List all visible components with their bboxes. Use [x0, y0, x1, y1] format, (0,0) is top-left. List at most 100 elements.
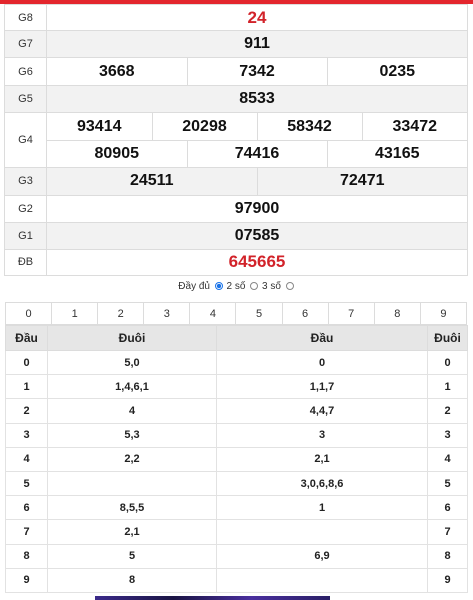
head-digit: 7	[5, 519, 48, 545]
prize-label: G7	[4, 30, 47, 58]
tail-list: 5,3	[47, 422, 217, 448]
head-list: 3,0,6,8,6	[216, 470, 428, 497]
prize-row-g8: G8 24	[4, 4, 468, 31]
prize-row-g3: G3 24511 72471	[4, 166, 468, 196]
head-digit: 1	[5, 374, 48, 400]
tail-digit: 5	[427, 470, 468, 497]
radio-full[interactable]	[285, 281, 294, 290]
prize-number: 0235	[326, 58, 467, 85]
prize-number: 3668	[98, 62, 135, 80]
prize-label: G4	[4, 112, 47, 168]
prize-row-special: ĐB 645665	[4, 248, 468, 276]
prize-label: ĐB	[4, 248, 47, 276]
stats-row: 4 2,2 2,1 4	[5, 446, 468, 472]
stats-row: 0 5,0 0 0	[5, 349, 468, 376]
tail-list: 8	[47, 567, 217, 593]
digit-button-0[interactable]: 0	[6, 303, 51, 324]
tail-list: 1,4,6,1	[47, 374, 217, 400]
head-digit: 9	[5, 567, 48, 593]
prize-number: 58342	[256, 113, 362, 140]
header-head: Đầu	[5, 325, 48, 351]
digit-button-7[interactable]: 7	[327, 303, 374, 324]
header-tail-list: Đuôi	[47, 325, 217, 351]
digit-button-3[interactable]: 3	[143, 303, 189, 324]
prize-label: G3	[4, 166, 47, 196]
digit-button-9[interactable]: 9	[419, 303, 466, 324]
prize-number: 74416	[186, 140, 327, 167]
digit-button-1[interactable]: 1	[51, 303, 97, 324]
stats-row: 5 3,0,6,8,6 5	[5, 470, 468, 497]
head-digit: 4	[5, 446, 48, 472]
tail-list: 2,2	[47, 446, 217, 472]
tail-digit: 3	[427, 422, 468, 448]
prize-row-g6: G6 3668 7342 0235	[4, 57, 468, 86]
stats-row: 7 2,1 7	[5, 519, 468, 545]
head-list: 4,4,7	[216, 398, 428, 424]
stats-header-row: Đầu Đuôi Đầu Đuôi	[5, 325, 468, 351]
display-options: Đầy đủ 2 số 3 số	[0, 281, 473, 295]
prize-label: G2	[4, 194, 47, 223]
prize-label: G8	[4, 4, 47, 31]
radio-two-digits[interactable]	[214, 281, 223, 290]
prize-label: G1	[4, 221, 47, 250]
stats-row: 2 4 4,4,7 2	[5, 398, 468, 424]
head-list: 3	[216, 422, 428, 448]
tail-list: 5,0	[47, 349, 217, 376]
head-digit: 8	[5, 543, 48, 569]
prize-label: G5	[4, 85, 47, 113]
digit-button-4[interactable]: 4	[189, 303, 235, 324]
prize-number: 24	[46, 4, 468, 31]
prize-label: G6	[4, 57, 47, 86]
stats-row: 3 5,3 3 3	[5, 422, 468, 448]
head-list: 1	[216, 495, 428, 521]
tail-digit: 9	[427, 567, 468, 593]
prize-number: 72471	[256, 167, 467, 195]
tail-digit: 4	[427, 446, 468, 472]
prize-number: 20298	[151, 113, 257, 140]
stats-row: 989	[5, 567, 468, 593]
prize-number: 911	[46, 30, 468, 58]
prize-row-g1: G1 07585	[4, 221, 468, 250]
tail-list: 8,5,5	[47, 495, 217, 521]
prize-number: 93414	[77, 117, 122, 135]
tail-digit: 0	[427, 349, 468, 376]
head-digit: 6	[5, 495, 48, 521]
prize-row-g2: G2 97900	[4, 194, 468, 223]
stats-row: 1 1,4,6,1 1,1,7 1	[5, 374, 468, 400]
head-digit: 0	[5, 349, 48, 376]
prize-number: 07585	[46, 221, 468, 250]
tail-list	[47, 470, 217, 497]
prize-number: 80905	[94, 144, 140, 162]
head-list: 1,1,7	[216, 374, 428, 400]
prize-row-g5: G5 8533	[4, 85, 468, 113]
tail-digit: 8	[427, 543, 468, 569]
digit-button-2[interactable]: 2	[97, 303, 143, 324]
prize-number: 8533	[46, 85, 468, 113]
prize-number: 24511	[47, 167, 257, 195]
head-digit: 5	[5, 470, 48, 497]
head-list	[216, 519, 428, 545]
option-two-label: 2 số	[226, 281, 246, 292]
head-list	[216, 567, 428, 593]
special-prize-number: 645665	[46, 248, 468, 276]
prize-row-g4: G4 93414 20298 58342 33472 80905 74416 4…	[4, 112, 468, 168]
prize-number: 7342	[186, 58, 327, 85]
radio-three-digits[interactable]	[250, 281, 259, 290]
tail-digit: 7	[427, 519, 468, 545]
head-tail-table: Đầu Đuôi Đầu Đuôi 0 5,0 0 0 1 1,4,6,1 1,1,7 1 …	[5, 325, 468, 593]
tail-list: 4	[47, 398, 217, 424]
tail-list: 2,1	[47, 519, 217, 545]
digit-filter-bar: 0 1 2 3 4 5 6 7 8 9	[5, 302, 467, 325]
prize-number: 97900	[46, 194, 468, 223]
tail-digit: 6	[427, 495, 468, 521]
head-list: 0	[216, 349, 428, 376]
option-full-label: Đầy đủ	[178, 281, 210, 292]
digit-button-6[interactable]: 6	[281, 303, 328, 324]
digit-button-5[interactable]: 5	[235, 303, 281, 324]
head-list: 2,1	[216, 446, 428, 472]
digit-button-8[interactable]: 8	[373, 303, 420, 324]
prize-number: 33472	[361, 113, 467, 140]
head-list: 6,9	[216, 543, 428, 569]
head-digit: 2	[5, 398, 48, 424]
ad-banner-strip[interactable]	[95, 596, 330, 600]
